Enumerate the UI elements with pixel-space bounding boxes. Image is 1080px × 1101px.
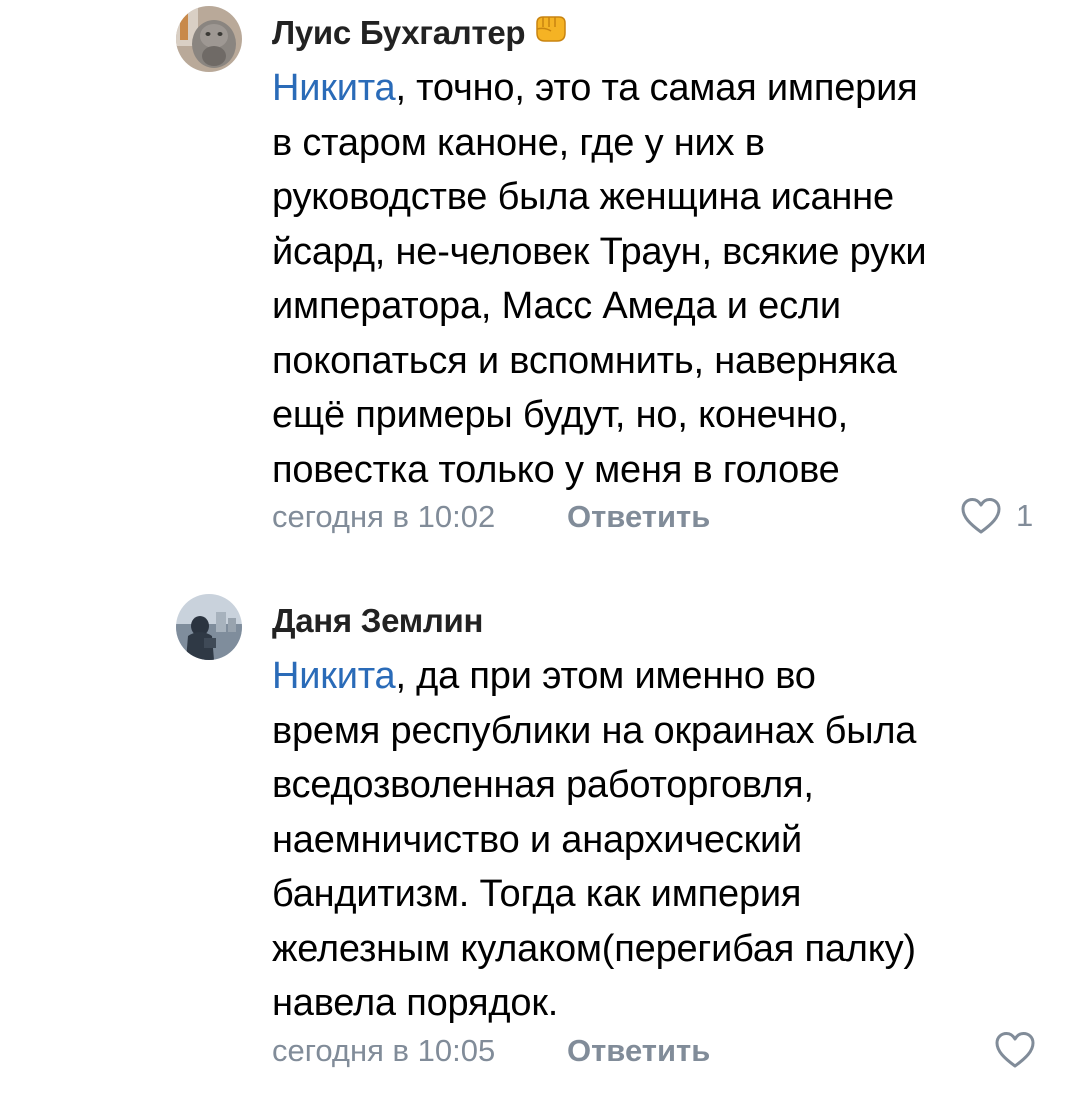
comment-timestamp: сегодня в 10:05 (272, 1033, 496, 1068)
comment-line: покопаться и вспомнить, наверняка (272, 339, 897, 382)
avatar[interactable] (176, 6, 242, 72)
comment-line: в старом каноне, где у них в (272, 121, 765, 164)
avatar[interactable] (176, 594, 242, 660)
comment-line: Никита, точно, это та самая империя (272, 67, 918, 109)
comment-line: железным кулаком(перегибая палку) (272, 927, 916, 970)
comment-line: Никита, да при этом именно во (272, 655, 816, 697)
comment-line: вседозволенная работорговля, (272, 764, 814, 806)
comment-line: наемничиство и анархический (272, 818, 803, 861)
comment-timestamp: сегодня в 10:02 (272, 499, 496, 534)
mention-link[interactable]: Никита (272, 655, 396, 697)
comment-author[interactable]: Луис Бухгалтер (272, 14, 569, 52)
fist-emoji-icon (533, 13, 569, 51)
comment-line: навела порядок. (272, 982, 559, 1024)
mention-link[interactable]: Никита (272, 67, 396, 109)
comment-text: Никита, да при этом именно во время респ… (272, 649, 1032, 1031)
heart-icon (961, 498, 1001, 534)
comment-line: бандитизм. Тогда как империя (272, 873, 802, 915)
like-button[interactable]: 1 (960, 496, 1033, 536)
comment-line: йсард, не-человек Траун, всякие руки (272, 230, 927, 273)
comment-line: время республики на окраинах была (272, 709, 917, 752)
reply-button[interactable]: Ответить (567, 1033, 710, 1069)
comment-line: руководстве была женщина исанне (272, 176, 894, 218)
like-count: 1 (1016, 498, 1034, 533)
like-button[interactable] (994, 1030, 1036, 1070)
reply-button[interactable]: Ответить (567, 499, 710, 535)
author-name[interactable]: Луис Бухгалтер (272, 14, 526, 51)
comment-line: императора, Масс Амеда и если (272, 285, 841, 327)
comment-author[interactable]: Даня Землин (272, 602, 483, 640)
comment-text: Никита, точно, это та самая империя в ст… (272, 61, 1032, 497)
comment-line: ещё примеры будут, но, конечно, (272, 394, 848, 436)
heart-icon (995, 1032, 1035, 1068)
comment-line: повестка только у меня в голове (272, 448, 840, 491)
